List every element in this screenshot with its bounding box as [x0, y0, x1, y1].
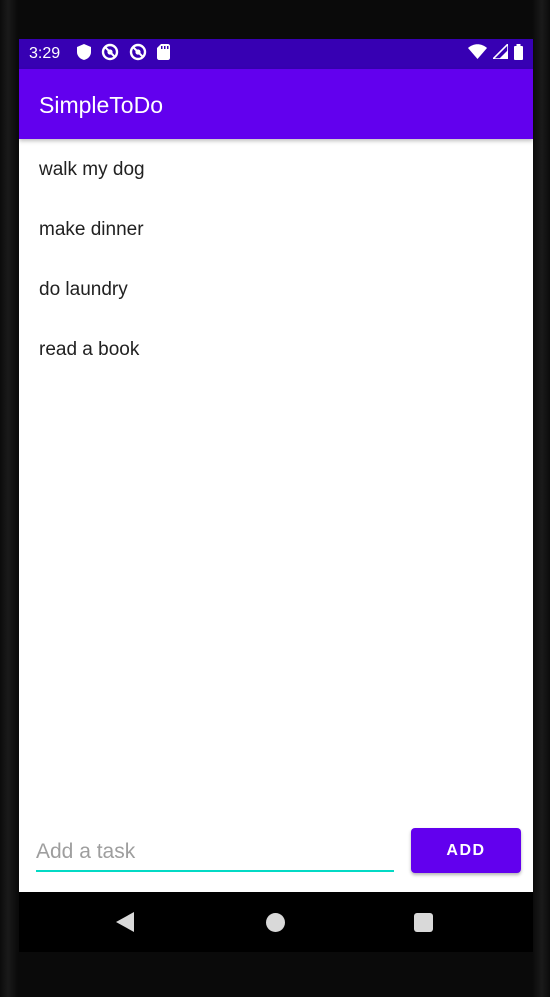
add-button[interactable]: ADD	[411, 828, 521, 873]
do-not-disturb-icon	[129, 43, 147, 66]
task-item[interactable]: walk my dog	[19, 140, 533, 200]
device-frame: 3:29 SimpleToDo walk my dog make dinner …	[0, 0, 550, 997]
back-icon[interactable]	[116, 912, 134, 937]
status-bar: 3:29	[19, 39, 533, 69]
task-item[interactable]: do laundry	[19, 260, 533, 320]
wifi-icon	[468, 44, 487, 64]
task-item[interactable]: read a book	[19, 320, 533, 380]
battery-icon	[514, 43, 523, 65]
do-not-disturb-icon	[101, 43, 119, 66]
task-item[interactable]: make dinner	[19, 200, 533, 260]
cell-signal-icon	[491, 42, 509, 64]
task-input-container	[36, 834, 394, 872]
app-title: SimpleToDo	[39, 92, 163, 118]
status-time: 3:29	[29, 45, 61, 62]
task-list: walk my dog make dinner do laundry read …	[19, 140, 533, 380]
task-input[interactable]	[36, 834, 394, 872]
navigation-bar	[19, 892, 533, 952]
shield-icon	[77, 43, 91, 65]
home-icon[interactable]	[266, 913, 285, 932]
notification-icons	[77, 43, 170, 66]
recents-icon[interactable]	[414, 913, 433, 932]
system-status-icons	[468, 42, 523, 65]
app-screen: 3:29 SimpleToDo walk my dog make dinner …	[19, 39, 533, 892]
app-bar: SimpleToDo	[19, 69, 533, 139]
sd-card-icon	[157, 43, 170, 65]
